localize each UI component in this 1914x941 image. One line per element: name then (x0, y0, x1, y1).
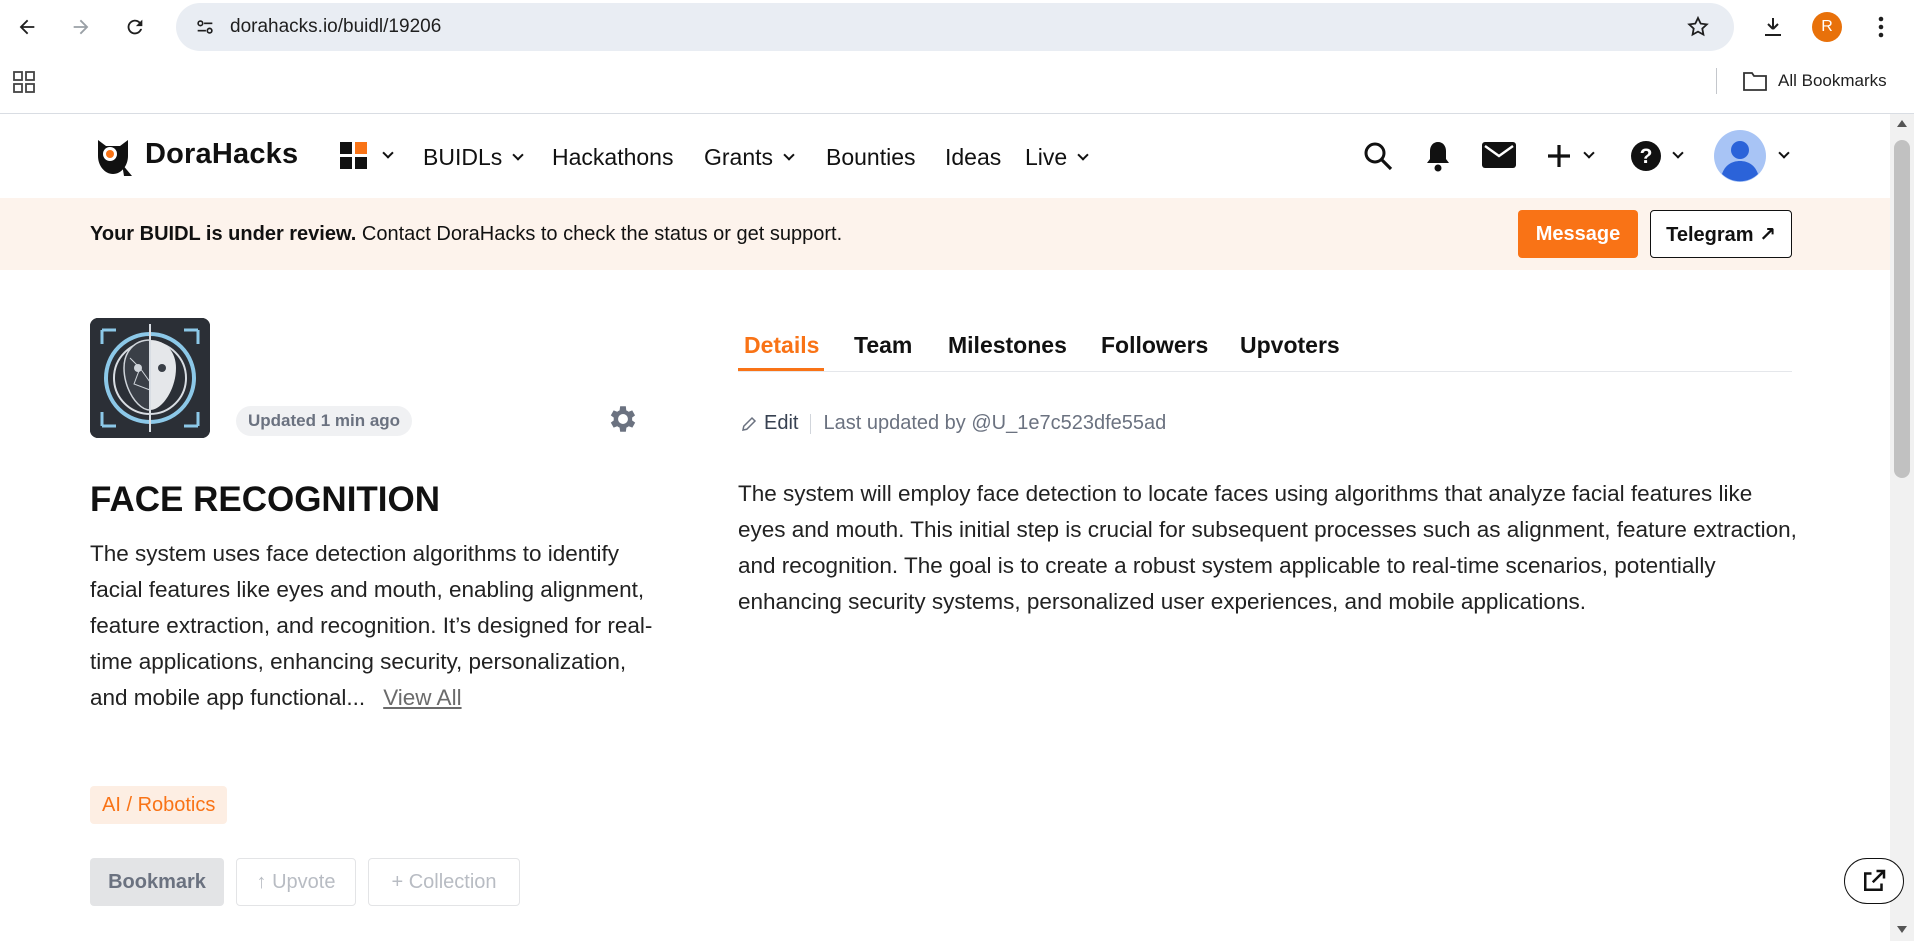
site-info-icon[interactable] (194, 16, 216, 43)
nav-bounties[interactable]: Bounties (826, 144, 916, 171)
edit-row: Edit Last updated by @U_1e7c523dfe55ad (740, 412, 1166, 435)
details-body: The system will employ face detection to… (738, 481, 1797, 614)
updated-badge: Updated 1 min ago (236, 406, 413, 436)
pencil-icon (742, 416, 757, 431)
active-tab-indicator (738, 368, 824, 371)
scroll-down-icon[interactable] (1897, 926, 1907, 933)
forward-icon[interactable] (64, 10, 98, 44)
star-icon[interactable] (1686, 15, 1710, 44)
chevron-down-icon (1583, 147, 1595, 159)
share-icon (1864, 869, 1886, 891)
user-menu-button[interactable] (1714, 130, 1790, 182)
nav-grants[interactable]: Grants (704, 144, 795, 171)
apps-grid-icon[interactable] (12, 70, 36, 99)
face-recognition-logo-icon (90, 318, 210, 438)
nav-hackathons-label: Hackathons (552, 144, 674, 170)
svg-text:?: ? (1640, 145, 1653, 168)
back-icon[interactable] (10, 10, 44, 44)
project-logo (90, 318, 210, 438)
browser-menu-icon[interactable] (1864, 10, 1898, 44)
nav-grants-label: Grants (704, 144, 774, 170)
bookmarks-divider (1716, 68, 1717, 94)
reload-icon[interactable] (118, 10, 152, 44)
dorahacks-logo-icon[interactable] (90, 134, 136, 185)
review-banner-message: Contact DoraHacks to check the status or… (356, 223, 843, 245)
plus-icon (1548, 145, 1570, 167)
user-avatar-icon (1714, 130, 1766, 182)
edit-button[interactable]: Edit (740, 412, 798, 435)
nav-hackathons[interactable]: Hackathons (552, 144, 673, 171)
search-icon[interactable] (1362, 140, 1394, 177)
chevron-down-icon (783, 148, 795, 161)
bookmarks-bar: All Bookmarks (0, 54, 1914, 114)
project-description-text: The system uses face detection algorithm… (90, 541, 653, 710)
tab-followers[interactable]: Followers (1101, 332, 1208, 359)
bell-icon[interactable] (1424, 139, 1452, 178)
share-button[interactable] (1844, 858, 1904, 904)
upvote-button[interactable]: ↑ Upvote (236, 858, 356, 906)
nav-bounties-label: Bounties (826, 144, 916, 170)
bookmark-button[interactable]: Bookmark (90, 858, 224, 906)
telegram-button[interactable]: Telegram ↗ (1650, 210, 1792, 258)
chevron-down-icon (1077, 148, 1089, 161)
address-bar[interactable]: dorahacks.io/buidl/19206 (176, 3, 1734, 51)
scroll-up-icon[interactable] (1897, 120, 1907, 127)
tab-team[interactable]: Team (854, 332, 912, 359)
project-title: FACE RECOGNITION (90, 480, 441, 519)
help-icon: ? (1631, 141, 1661, 171)
tab-milestones[interactable]: Milestones (948, 332, 1067, 359)
download-icon[interactable] (1756, 10, 1790, 44)
nav-live-label: Live (1025, 144, 1068, 170)
chevron-down-icon (382, 147, 394, 159)
nav-buidls[interactable]: BUIDLs (423, 144, 524, 171)
message-button[interactable]: Message (1518, 210, 1638, 258)
add-collection-button[interactable]: + Collection (368, 858, 520, 906)
logo-text[interactable]: DoraHacks (145, 138, 298, 171)
mail-icon[interactable] (1482, 142, 1516, 173)
browser-toolbar: dorahacks.io/buidl/19206 R (0, 0, 1914, 54)
chevron-down-icon (512, 148, 524, 161)
scrollbar-thumb[interactable] (1894, 140, 1910, 478)
chevron-down-icon (1672, 147, 1684, 159)
all-bookmarks-button[interactable]: All Bookmarks (1778, 71, 1887, 91)
nav-live[interactable]: Live (1025, 144, 1089, 171)
page-root: dorahacks.io/buidl/19206 R All Bookmarks (0, 0, 1914, 941)
apps-menu-button[interactable] (340, 142, 394, 170)
review-banner-text: Your BUIDL is under review. Contact Dora… (90, 223, 842, 246)
project-description: The system uses face detection algorithm… (90, 536, 660, 716)
site-header: DoraHacks BUIDLs Hackathons Grants Bount… (0, 114, 1890, 198)
page-scrollbar[interactable] (1890, 114, 1914, 941)
help-menu-button[interactable]: ? (1630, 140, 1684, 172)
nav-ideas[interactable]: Ideas (945, 144, 1001, 171)
folder-icon (1742, 70, 1768, 97)
tab-upvoters[interactable]: Upvoters (1240, 332, 1340, 359)
last-updated-text: Last updated by @U_1e7c523dfe55ad (823, 412, 1167, 434)
chevron-down-icon (1778, 147, 1790, 159)
project-tabs: Details Team Milestones Followers Upvote… (738, 328, 1792, 372)
tab-details[interactable]: Details (744, 332, 819, 359)
nav-ideas-label: Ideas (945, 144, 1002, 170)
browser-profile-avatar[interactable]: R (1812, 12, 1842, 42)
category-tag[interactable]: AI / Robotics (90, 786, 228, 824)
nav-buidls-label: BUIDLs (423, 144, 503, 170)
view-all-link[interactable]: View All (383, 685, 461, 710)
divider (810, 413, 812, 434)
apps-squares-icon (340, 142, 367, 169)
edit-label: Edit (764, 412, 799, 434)
create-menu-button[interactable] (1545, 142, 1595, 170)
review-banner: Your BUIDL is under review. Contact Dora… (0, 198, 1890, 270)
url-text[interactable]: dorahacks.io/buidl/19206 (230, 16, 441, 38)
review-banner-bold: Your BUIDL is under review. (90, 223, 357, 245)
gear-icon[interactable] (606, 402, 640, 436)
